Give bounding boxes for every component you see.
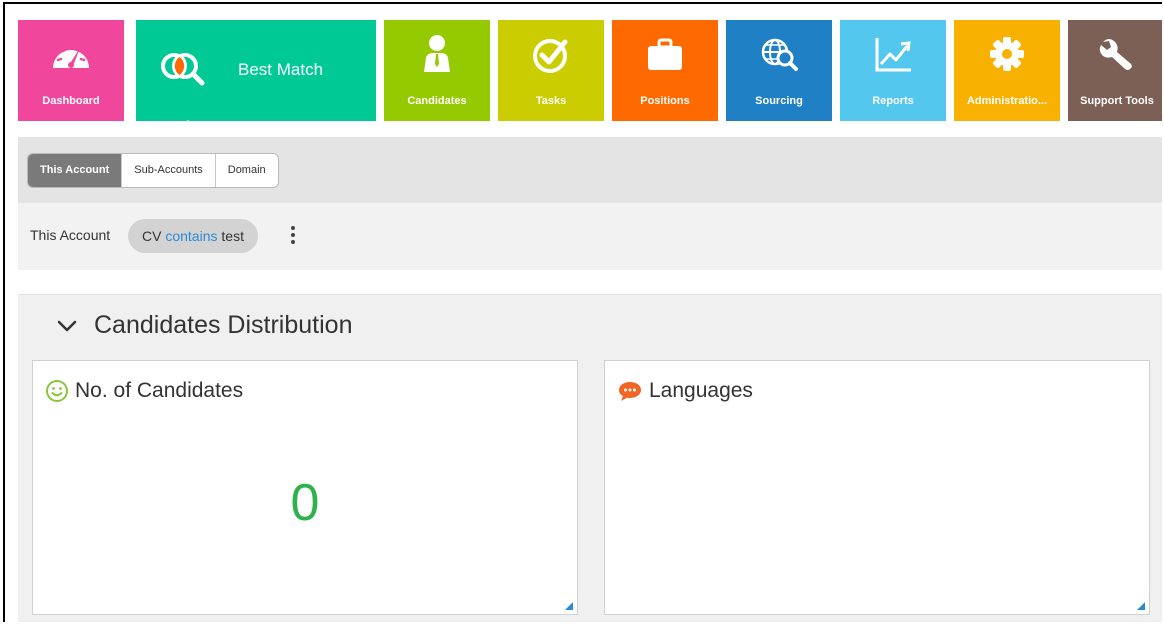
nav-administration[interactable]: Administratio... xyxy=(954,20,1060,121)
speedometer-icon xyxy=(49,34,93,74)
smiley-icon xyxy=(46,380,68,402)
panel-title: Candidates Distribution xyxy=(94,311,353,339)
resize-handle[interactable] xyxy=(565,602,573,610)
nav-candidates[interactable]: Candidates xyxy=(384,20,490,121)
filter-operator[interactable]: contains xyxy=(165,228,217,244)
wrench-icon xyxy=(1095,34,1139,74)
nav-sourcing-label: Sourcing xyxy=(755,95,803,107)
nav-sourcing[interactable]: Sourcing xyxy=(726,20,832,121)
active-tab-pointer xyxy=(176,120,200,132)
tab-domain[interactable]: Domain xyxy=(215,154,278,187)
chevron-down-icon xyxy=(57,320,77,331)
checkmark-circle-icon xyxy=(529,34,573,74)
briefcase-icon xyxy=(643,34,687,74)
languages-card: Languages xyxy=(604,360,1150,615)
nav-reports[interactable]: Reports xyxy=(840,20,946,121)
speech-bubble-icon xyxy=(619,382,641,401)
panel-header[interactable]: Candidates Distribution xyxy=(56,311,352,340)
resize-handle[interactable] xyxy=(1137,602,1145,610)
person-icon xyxy=(415,34,459,74)
nav-positions-label: Positions xyxy=(640,95,690,107)
tab-this-account[interactable]: This Account xyxy=(28,154,123,187)
line-chart-icon xyxy=(871,34,915,74)
candidates-count-card: No. of Candidates 0 xyxy=(32,360,578,615)
nav-positions[interactable]: Positions xyxy=(612,20,718,121)
filter-scope-label: This Account xyxy=(30,227,111,243)
card-title: Languages xyxy=(649,379,753,402)
nav-administration-label: Administratio... xyxy=(966,95,1048,107)
card-header: Languages xyxy=(617,379,753,403)
candidates-count-value: 0 xyxy=(290,474,320,532)
globe-search-icon xyxy=(757,34,801,74)
more-options-icon[interactable] xyxy=(288,224,298,246)
gear-icon xyxy=(985,34,1029,74)
scope-tab-bar: This Account Sub-Accounts Domain xyxy=(18,137,1162,203)
nav-best-match-label: Best Match xyxy=(238,60,324,79)
nav-tasks[interactable]: Tasks xyxy=(498,20,604,121)
tab-sub-accounts[interactable]: Sub-Accounts xyxy=(122,154,216,187)
filter-chip[interactable]: CV contains test xyxy=(128,219,258,253)
nav-dashboard[interactable]: Dashboard xyxy=(18,20,124,121)
card-header: No. of Candidates xyxy=(45,379,243,403)
nav-support-tools[interactable]: Support Tools xyxy=(1068,20,1162,121)
main-nav: Dashboard Best Match Candidates Tasks Po… xyxy=(18,20,1162,132)
card-title: No. of Candidates xyxy=(75,379,244,402)
best-match-icon xyxy=(160,48,208,88)
candidates-distribution-panel: Candidates Distribution No. of Candidate… xyxy=(18,294,1162,622)
nav-support-tools-label: Support Tools xyxy=(1080,95,1154,107)
scope-tabs: This Account Sub-Accounts Domain xyxy=(27,153,279,188)
nav-best-match[interactable]: Best Match xyxy=(136,20,376,121)
nav-candidates-label: Candidates xyxy=(407,95,467,107)
app-window: Dashboard Best Match Candidates Tasks Po… xyxy=(3,2,1162,622)
filter-value: test xyxy=(221,228,244,244)
nav-dashboard-label: Dashboard xyxy=(42,95,100,107)
nav-reports-label: Reports xyxy=(872,95,914,107)
filter-field: CV xyxy=(142,228,162,244)
nav-tasks-label: Tasks xyxy=(535,95,567,107)
filter-bar: This Account CV contains test xyxy=(18,203,1162,270)
